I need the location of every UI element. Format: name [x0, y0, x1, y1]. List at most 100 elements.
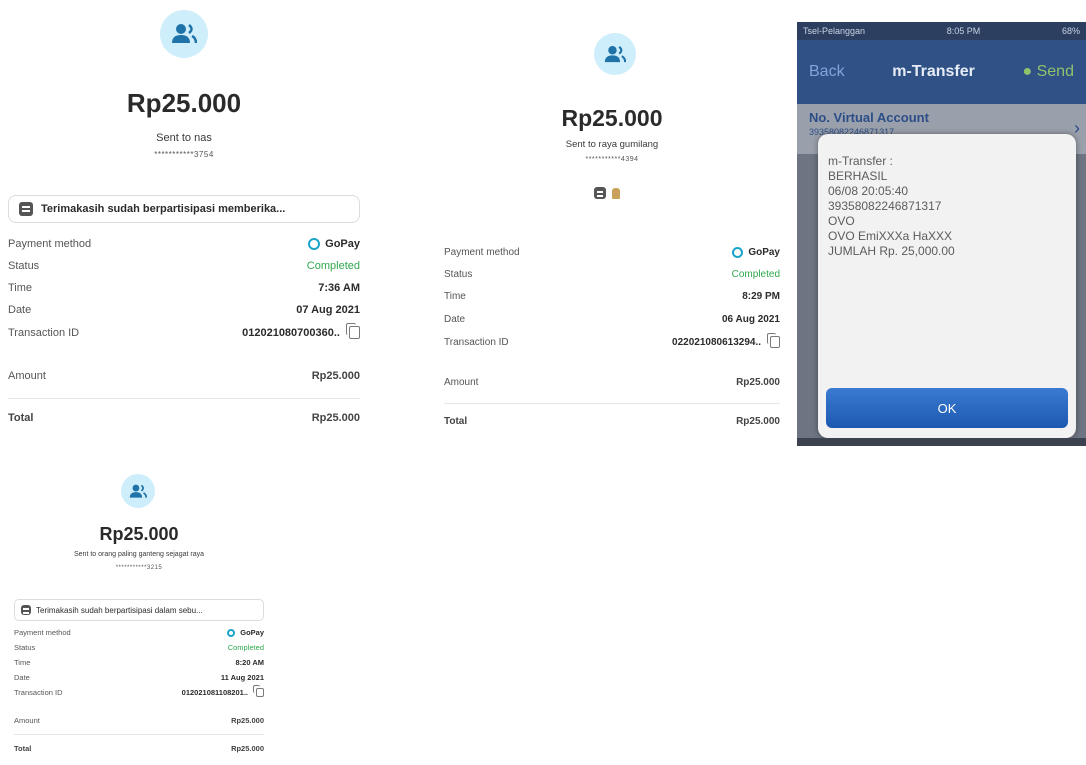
alert-line: 06/08 20:05:40 [828, 184, 909, 198]
sticker-icon [612, 187, 620, 199]
recipient-account: ***********4394 [585, 156, 639, 163]
divider [8, 398, 360, 399]
amount-value: Rp25.000 [736, 377, 780, 388]
clock: 8:05 PM [946, 26, 981, 36]
status-row: Status Completed [444, 269, 780, 280]
user-group-icon [121, 474, 155, 508]
note-icon [19, 202, 33, 216]
status-value: Completed [227, 643, 264, 652]
battery: 68% [1061, 26, 1080, 36]
row-label: Amount [14, 716, 40, 725]
date-value: 06 Aug 2021 [722, 314, 780, 325]
message-icons [594, 187, 620, 199]
virtual-account-label: No. Virtual Account [809, 110, 929, 125]
row-label: Date [444, 314, 466, 325]
amount-title: Rp25.000 [99, 524, 179, 544]
total-value: Rp25.000 [311, 412, 360, 424]
time-row: Time 7:36 AM [8, 282, 360, 294]
status-value: Completed [731, 269, 780, 280]
row-label: Transaction ID [14, 688, 63, 697]
message-note[interactable]: Terimakasih sudah berpartisipasi memberi… [8, 195, 360, 223]
transaction-id-row: Transaction ID 022021080613294.. [444, 333, 780, 348]
message-note[interactable]: Terimakasih sudah berpartisipasi dalam s… [14, 599, 264, 621]
row-label: Payment method [14, 628, 71, 637]
time-value: 7:36 AM [318, 282, 360, 294]
payment-method-row: Payment method GoPay [444, 247, 780, 258]
recipient-name: Sent to nas [156, 132, 212, 144]
recipient-account: ***********3215 [115, 565, 163, 571]
row-label: Status [14, 643, 36, 652]
total-row: Total Rp25.000 [444, 416, 780, 427]
row-label: Status [8, 260, 40, 272]
row-label: Date [8, 304, 32, 316]
alert-line: BERHASIL [828, 169, 888, 183]
note-icon [594, 187, 606, 199]
date-value: 07 Aug 2021 [296, 304, 360, 316]
divider [444, 403, 780, 404]
row-label: Time [14, 658, 31, 667]
back-button[interactable]: Back [809, 63, 845, 81]
copy-icon[interactable] [767, 333, 780, 348]
time-value: 8:20 AM [235, 658, 264, 667]
receipt-3: Rp25.000 Sent to orang paling ganteng se… [14, 474, 264, 760]
divider [14, 734, 264, 735]
recipient-name: Sent to orang paling ganteng sejagat ray… [74, 551, 204, 558]
row-label: Total [444, 416, 468, 427]
transaction-id-row: Transaction ID 012021081108201.. [14, 685, 264, 697]
copy-icon[interactable] [253, 685, 264, 697]
carrier: Tsel-Pelanggan [803, 26, 866, 36]
amount-row: Amount Rp25.000 [444, 377, 780, 388]
transaction-id-value: 012021080700360.. [242, 326, 340, 339]
nav-bar: Back m-Transfer ● Send [797, 40, 1086, 104]
send-button[interactable]: ● Send [1023, 63, 1074, 81]
note-text: Terimakasih sudah berpartisipasi memberi… [41, 203, 286, 215]
row-label: Time [8, 282, 33, 294]
note-text: Terimakasih sudah berpartisipasi dalam s… [36, 605, 203, 615]
date-row: Date 11 Aug 2021 [14, 673, 264, 682]
send-label: Send [1036, 63, 1074, 80]
row-label: Payment method [444, 247, 520, 258]
time-row: Time 8:20 AM [14, 658, 264, 667]
alert-dialog: m-Transfer : BERHASIL 06/08 20:05:40 393… [818, 134, 1076, 438]
row-label: Transaction ID [444, 336, 509, 348]
time-value: 8:29 PM [742, 291, 780, 302]
recipient-account: ***********3754 [154, 150, 214, 159]
transaction-id-value: 012021081108201.. [181, 688, 248, 697]
total-value: Rp25.000 [231, 744, 264, 753]
status-bar: Tsel-Pelanggan 8:05 PM 68% [797, 22, 1086, 40]
receipt-2: Rp25.000 Sent to raya gumilang *********… [444, 33, 780, 438]
row-label: Amount [8, 370, 46, 382]
dim-overlay [797, 438, 1086, 446]
payment-method-row: Payment method GoPay [8, 238, 360, 250]
mobile-banking-screen: Tsel-Pelanggan 8:05 PM 68% Back m-Transf… [797, 22, 1086, 446]
payment-method-value: GoPay [240, 628, 264, 637]
ok-button[interactable]: OK [826, 388, 1068, 428]
amount-row: Amount Rp25.000 [8, 370, 360, 382]
total-value: Rp25.000 [736, 416, 780, 427]
date-row: Date 07 Aug 2021 [8, 304, 360, 316]
alert-line: JUMLAH Rp. 25,000.00 [828, 244, 955, 258]
copy-icon[interactable] [346, 323, 360, 339]
payment-method-row: Payment method GoPay [14, 628, 264, 637]
row-label: Status [444, 269, 473, 280]
time-row: Time 8:29 PM [444, 291, 780, 302]
user-group-icon [594, 33, 636, 75]
amount-title: Rp25.000 [126, 88, 242, 118]
date-row: Date 06 Aug 2021 [444, 314, 780, 325]
row-label: Transaction ID [8, 326, 80, 339]
row-label: Date [14, 673, 30, 682]
gopay-icon [732, 247, 744, 258]
payment-method-value: GoPay [748, 247, 780, 258]
row-label: Payment method [8, 238, 92, 250]
alert-message: m-Transfer : BERHASIL 06/08 20:05:40 393… [828, 154, 955, 259]
nav-title: m-Transfer [892, 63, 975, 80]
total-row: Total Rp25.000 [14, 744, 264, 753]
user-group-icon [160, 10, 208, 58]
amount-row: Amount Rp25.000 [14, 716, 264, 725]
alert-line: m-Transfer : [828, 154, 893, 168]
transaction-id-row: Transaction ID 012021080700360.. [8, 323, 360, 339]
status-row: Status Completed [8, 260, 360, 272]
row-label: Amount [444, 377, 479, 388]
payment-method-value: GoPay [325, 238, 360, 250]
transaction-id-value: 022021080613294.. [672, 336, 761, 348]
